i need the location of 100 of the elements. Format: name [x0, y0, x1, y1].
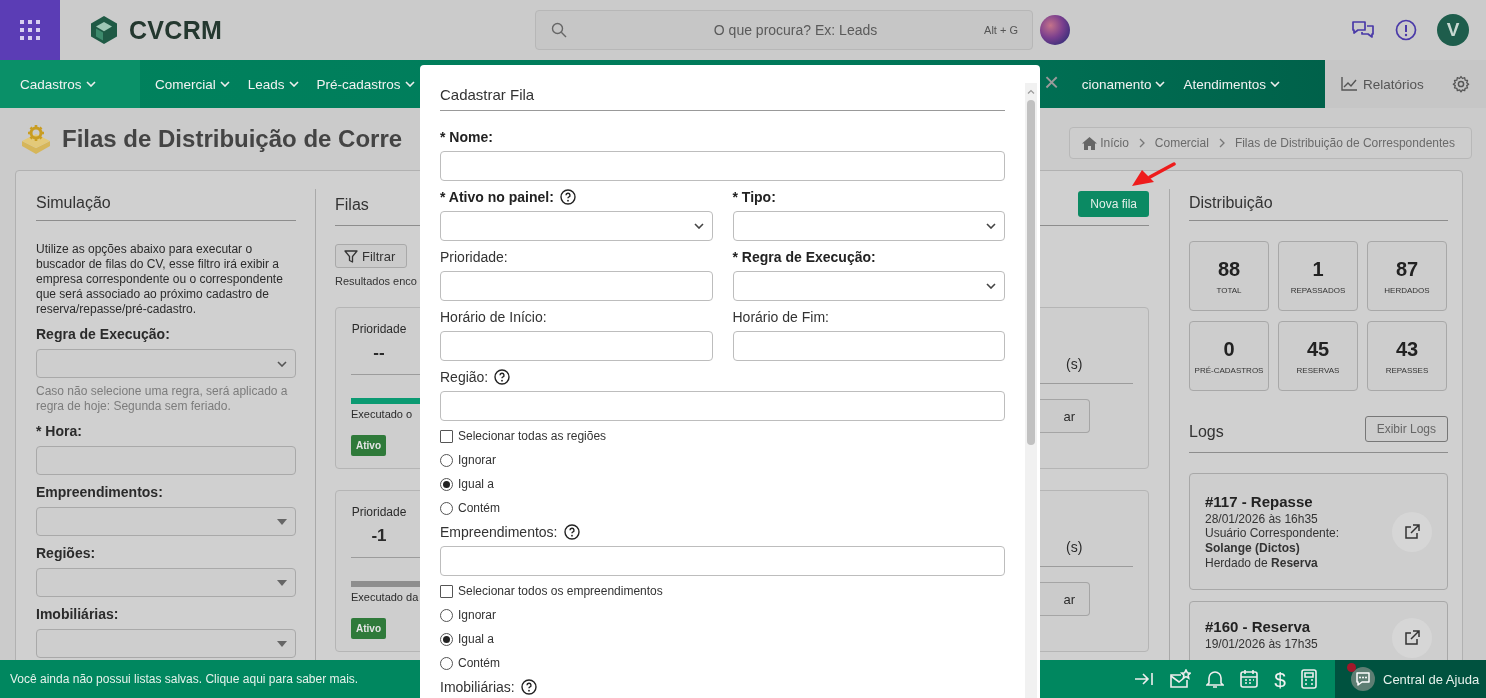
radio-option[interactable]: Contém — [440, 496, 1005, 520]
external-link-icon — [1404, 523, 1420, 540]
chevron-down-icon — [986, 283, 996, 289]
filter-button[interactable]: Filtrar — [335, 244, 407, 268]
input-field[interactable] — [440, 151, 1005, 181]
select-field[interactable] — [440, 211, 713, 241]
log-date: 19/01/2026 às 17h35 — [1205, 637, 1319, 651]
nav-menu-item[interactable]: Cadastros — [0, 60, 140, 108]
checkbox[interactable] — [440, 429, 453, 443]
field-label: Empreendimentos: — [440, 524, 558, 540]
nav-menu-item[interactable]: Leads — [238, 60, 308, 108]
chat-bubbles-icon[interactable] — [1351, 19, 1375, 41]
log-detail: Herdado de Reserva — [1205, 555, 1319, 571]
field-label: Região: — [440, 369, 489, 385]
show-logs-button[interactable]: Exibir Logs — [1364, 415, 1448, 442]
priority-label: Prioridade — [351, 505, 407, 519]
scroll-up-icon — [1027, 89, 1035, 94]
log-date: 28/01/2026 às 16h35 — [1205, 511, 1319, 526]
stat-label: TOTAL — [1216, 285, 1242, 295]
shortcut-hint: Alt + G — [984, 24, 1018, 36]
card-button[interactable]: ar — [1038, 582, 1090, 616]
select-field[interactable] — [36, 568, 296, 597]
chevron-down-icon — [404, 81, 415, 87]
breadcrumb-link[interactable]: Comercial — [1154, 136, 1209, 150]
checkbox-option[interactable]: Selecionar todas as regiões — [440, 424, 1005, 448]
reports-link[interactable]: Relatórios — [1363, 76, 1446, 92]
nav-menu-item[interactable]: Comercial — [146, 60, 239, 108]
calendar-icon[interactable] — [1239, 669, 1260, 689]
mail-star-icon[interactable] — [1169, 669, 1192, 689]
radio-option[interactable]: Contém — [440, 651, 1005, 675]
breadcrumb-link[interactable]: Início — [1082, 136, 1129, 150]
search-field[interactable]: O que procura? Ex: Leads Alt + G — [535, 10, 1033, 50]
card-button[interactable]: ar — [1038, 399, 1090, 433]
status-badge: Ativo — [351, 618, 386, 639]
nav-menu-item[interactable]: Pré-cadastros — [307, 60, 415, 108]
stat-label: REPASSADOS — [1290, 285, 1346, 295]
log-detail: Usuário Correspondente: Solange (Dictos) — [1205, 525, 1341, 556]
home-icon — [1082, 136, 1098, 150]
field-label: * Ativo no painel: — [440, 189, 554, 205]
input-field[interactable] — [440, 331, 713, 361]
input-field[interactable] — [36, 446, 296, 475]
radio-option[interactable]: Ignorar — [440, 603, 1005, 627]
calculator-icon[interactable] — [1301, 669, 1317, 689]
hint-text: Caso não selecione uma regra, será aplicado a regra de hoje: Segunda sem feriado. — [36, 384, 289, 414]
log-title: #160 - Reserva — [1205, 618, 1312, 635]
new-queue-button[interactable]: Nova fila — [1078, 190, 1149, 217]
chevron-right-icon — [1218, 138, 1225, 148]
open-link-button[interactable] — [1392, 511, 1432, 552]
profile-orb-icon[interactable] — [1040, 15, 1070, 45]
saved-lists-message[interactable]: Você ainda não possui listas salvas. Clique aqui para saber mais. — [0, 660, 359, 698]
nav-menu-item[interactable]: Atendimentos — [1174, 60, 1289, 108]
input-field[interactable] — [440, 271, 713, 301]
logo-text: CVCRM — [129, 15, 223, 45]
radio-option[interactable]: Ignorar — [440, 448, 1005, 472]
field-label: Prioridade: — [440, 249, 508, 265]
caret-down-icon — [277, 518, 287, 525]
collapse-arrow-icon[interactable] — [1134, 671, 1155, 687]
settings-icon[interactable] — [1452, 75, 1470, 93]
chevron-down-icon — [1270, 81, 1280, 87]
field-label: * Tipo: — [732, 189, 776, 205]
input-field[interactable] — [440, 391, 1005, 421]
chevron-down-icon — [1155, 81, 1166, 87]
radio-option[interactable]: Igual a — [440, 472, 1005, 496]
help-icon[interactable] — [559, 189, 576, 205]
stat-label: RESERVAS — [1296, 365, 1340, 375]
apps-menu-button[interactable] — [0, 0, 60, 60]
nav-menu-item[interactable]: cionamento — [1072, 60, 1175, 108]
checkbox[interactable] — [440, 584, 453, 598]
field-label: Horário de Início: — [440, 309, 547, 325]
section-title: Distribuição — [1189, 193, 1273, 212]
select-field[interactable] — [36, 349, 296, 378]
section-title: Simulação — [36, 193, 111, 212]
breadcrumb-current: Filas de Distribuição de Correspondentes — [1234, 136, 1455, 150]
input-field[interactable] — [732, 331, 1005, 361]
select-field[interactable] — [732, 271, 1005, 301]
help-icon[interactable] — [563, 524, 580, 540]
input-field[interactable] — [440, 546, 1005, 576]
status-badge: Ativo — [351, 435, 386, 456]
checkbox-option[interactable]: Selecionar todos os empreendimentos — [440, 579, 1005, 603]
bell-icon[interactable] — [1206, 669, 1225, 689]
help-icon[interactable] — [520, 679, 537, 695]
open-link-button[interactable] — [1392, 618, 1432, 658]
field-label: Horário de Fim: — [732, 309, 829, 325]
modal-title: Cadastrar Fila — [440, 81, 1005, 111]
log-title: #117 - Repasse — [1205, 492, 1314, 510]
currency-icon[interactable]: $ — [1274, 668, 1286, 690]
radio-option[interactable]: Igual a — [440, 627, 1005, 651]
select-field[interactable] — [732, 211, 1005, 241]
chevron-right-icon — [1138, 138, 1145, 148]
stat-value: 87 — [1395, 257, 1419, 281]
help-icon[interactable] — [494, 369, 511, 385]
scrollbar-thumb[interactable] — [1027, 100, 1035, 445]
select-field[interactable] — [36, 629, 296, 658]
priority-label: Prioridade — [351, 322, 407, 336]
info-icon[interactable] — [1395, 19, 1417, 41]
user-avatar[interactable]: V — [1437, 14, 1469, 46]
help-center-button[interactable]: Central de Ajuda — [1335, 660, 1486, 698]
select-field[interactable] — [36, 507, 296, 536]
chat-dots-icon — [1355, 672, 1371, 686]
stat-value: 45 — [1306, 337, 1330, 361]
